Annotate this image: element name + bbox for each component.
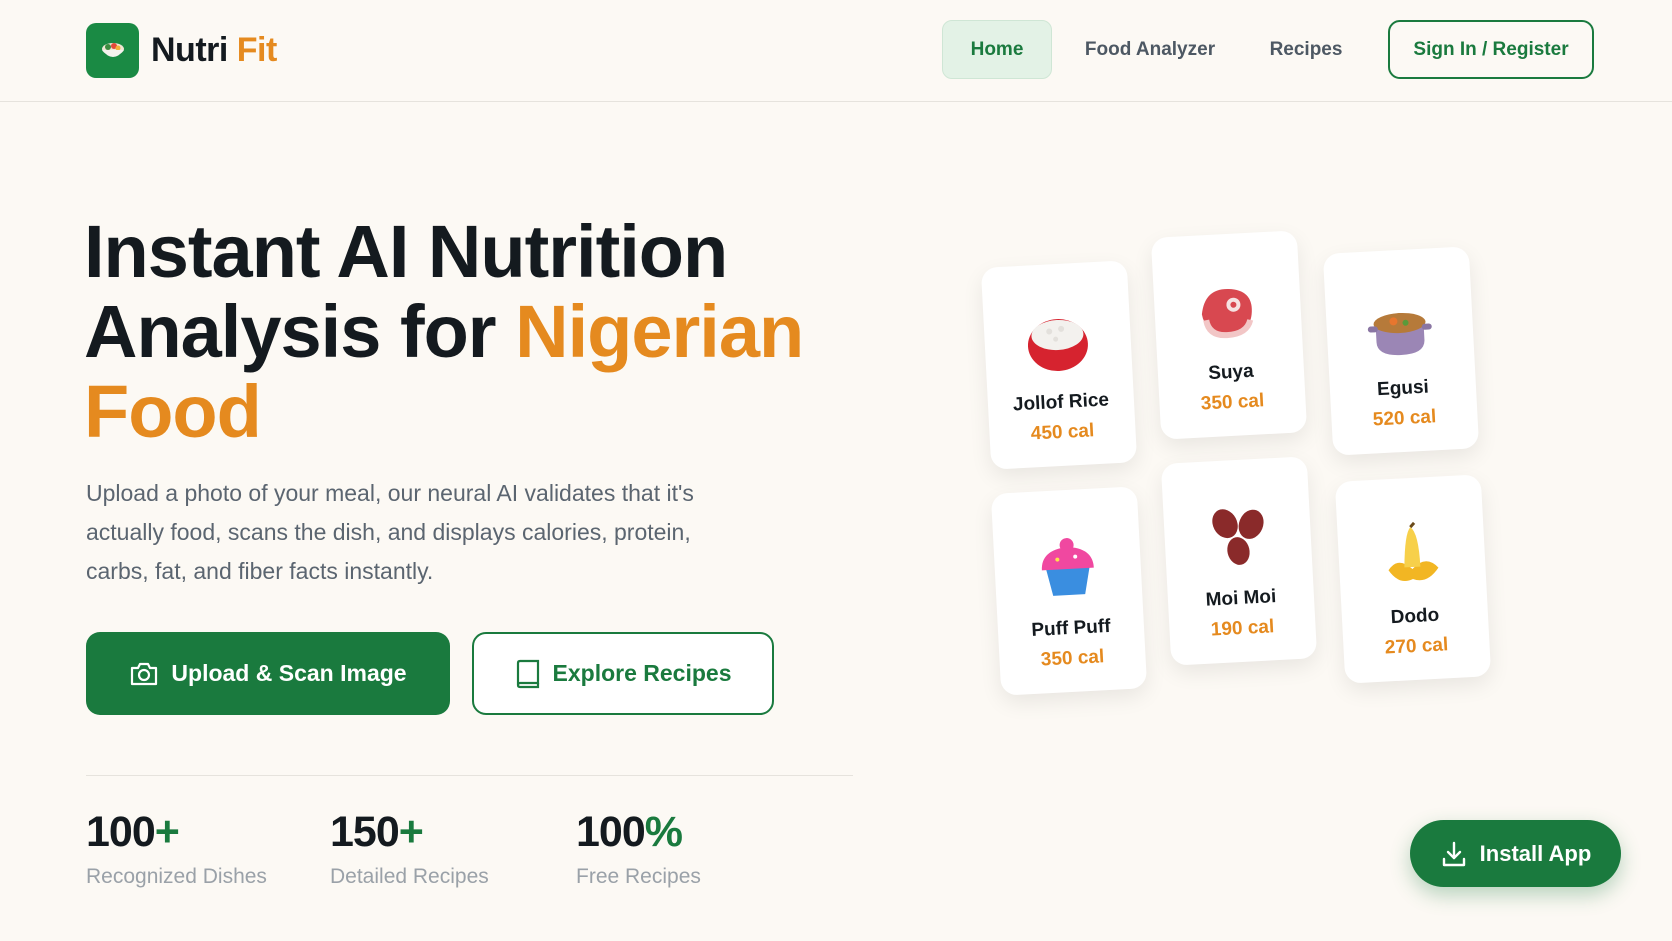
stat-recognized-dishes: 100+ Recognized Dishes xyxy=(86,808,267,889)
food-card-jollof-rice[interactable]: Jollof Rice 450 cal xyxy=(980,260,1138,470)
brand-logo[interactable]: Nutri Fit xyxy=(86,23,277,78)
stat-value: 100% xyxy=(576,808,683,856)
stat-label: Free Recipes xyxy=(576,865,701,888)
beans-icon xyxy=(1200,499,1276,578)
stat-detailed-recipes: 150+ Detailed Recipes xyxy=(330,808,489,889)
nav-home[interactable]: Home xyxy=(942,20,1052,79)
brand-name-part2: Fit xyxy=(236,31,278,69)
hero-title-line2: Analysis for xyxy=(84,290,516,373)
food-card-name: Egusi xyxy=(1376,376,1430,401)
stat-label: Detailed Recipes xyxy=(330,865,489,888)
stat-free-recipes: 100% Free Recipes xyxy=(576,808,701,889)
rice-bowl-icon xyxy=(1020,307,1096,382)
food-card-name: Suya xyxy=(1207,360,1255,385)
food-card-name: Moi Moi xyxy=(1205,586,1277,611)
bowl-icon xyxy=(86,23,139,78)
stat-value: 100+ xyxy=(86,808,180,856)
food-card-name: Dodo xyxy=(1390,604,1440,629)
hero-title: Instant AI Nutrition Analysis for Nigeri… xyxy=(84,212,844,452)
hero-title-line3: Food xyxy=(84,370,262,453)
food-card-cal: 270 cal xyxy=(1384,634,1449,659)
stats-divider xyxy=(86,775,853,776)
brand-name: Nutri Fit xyxy=(151,31,277,70)
food-card-cal: 190 cal xyxy=(1210,616,1275,641)
navbar: Nutri Fit Home Food Analyzer Recipes Sig… xyxy=(0,0,1672,102)
food-card-egusi[interactable]: Egusi 520 cal xyxy=(1322,246,1480,456)
cupcake-icon xyxy=(1030,529,1106,608)
download-icon xyxy=(1440,840,1468,868)
explore-recipes-label: Explore Recipes xyxy=(552,660,732,686)
camera-icon xyxy=(129,661,159,687)
food-card-puff-puff[interactable]: Puff Puff 350 cal xyxy=(990,486,1148,696)
food-card-moi-moi[interactable]: Moi Moi 190 cal xyxy=(1160,456,1318,666)
explore-recipes-button[interactable]: Explore Recipes xyxy=(472,632,774,715)
nav-food-analyzer[interactable]: Food Analyzer xyxy=(1052,20,1248,79)
signin-button[interactable]: Sign In / Register xyxy=(1388,20,1594,79)
food-card-cal: 520 cal xyxy=(1372,406,1437,431)
hero-title-line1: Instant AI Nutrition xyxy=(84,210,728,293)
meat-icon xyxy=(1190,277,1266,352)
brand-name-part1: Nutri xyxy=(151,31,228,69)
food-card-cal: 350 cal xyxy=(1040,646,1105,671)
stat-label: Recognized Dishes xyxy=(86,865,267,888)
food-card-name: Jollof Rice xyxy=(1012,389,1110,416)
upload-scan-label: Upload & Scan Image xyxy=(171,660,407,686)
banana-icon xyxy=(1374,517,1450,596)
soup-pot-icon xyxy=(1362,293,1438,368)
food-card-dodo[interactable]: Dodo 270 cal xyxy=(1334,474,1492,684)
food-card-cal: 350 cal xyxy=(1200,390,1265,415)
install-app-button[interactable]: Install App xyxy=(1410,820,1621,887)
nav-recipes[interactable]: Recipes xyxy=(1248,20,1364,79)
upload-scan-button[interactable]: Upload & Scan Image xyxy=(86,632,450,715)
food-card-name: Puff Puff xyxy=(1030,615,1112,642)
book-icon xyxy=(515,659,541,689)
hero-description: Upload a photo of your meal, our neural … xyxy=(86,480,694,584)
stat-value: 150+ xyxy=(330,808,424,856)
food-card-cal: 450 cal xyxy=(1030,420,1095,445)
install-app-label: Install App xyxy=(1479,840,1592,866)
hero-title-accent: Nigerian xyxy=(515,290,804,373)
main-nav: Home Food Analyzer Recipes Sign In / Reg… xyxy=(942,20,1594,79)
food-card-suya[interactable]: Suya 350 cal xyxy=(1150,230,1308,440)
